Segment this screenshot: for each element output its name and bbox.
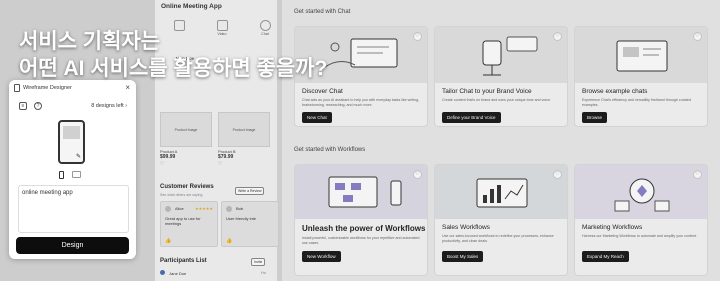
panel-header: Wireframe Designer ×	[9, 80, 136, 96]
prompt-input[interactable]: online meeting app	[18, 185, 129, 233]
toolbar: ≡ ?	[19, 102, 42, 110]
panel-title: Wireframe Designer	[23, 85, 72, 91]
headline: 서비스 기획자는 어떤 AI 서비스를 활용하면 좋을까?	[19, 28, 327, 82]
desktop-device-icon[interactable]	[72, 171, 81, 178]
device-selector	[59, 171, 81, 179]
help-icon[interactable]: ?	[34, 102, 42, 110]
phone-logo-icon	[14, 84, 20, 92]
notes-icon[interactable]: ≡	[19, 102, 27, 110]
headline-line-1: 서비스 기획자는	[19, 30, 161, 53]
designs-left[interactable]: 8 designs left ›	[91, 103, 127, 109]
mobile-device-icon[interactable]	[59, 171, 64, 179]
close-icon[interactable]: ×	[125, 83, 130, 92]
screenshot-stage: Online Meeting App Video Chat John Doe P…	[0, 0, 720, 281]
phone-preview-icon: ✎	[58, 120, 85, 164]
wireframe-designer-panel: Wireframe Designer × ≡ ? 8 designs left …	[9, 80, 136, 259]
pencil-icon: ✎	[75, 154, 81, 160]
design-button[interactable]: Design	[16, 237, 129, 254]
chevron-right-icon: ›	[125, 103, 127, 109]
headline-line-2: 어떤 AI 서비스를 활용하면 좋을까?	[19, 57, 328, 80]
